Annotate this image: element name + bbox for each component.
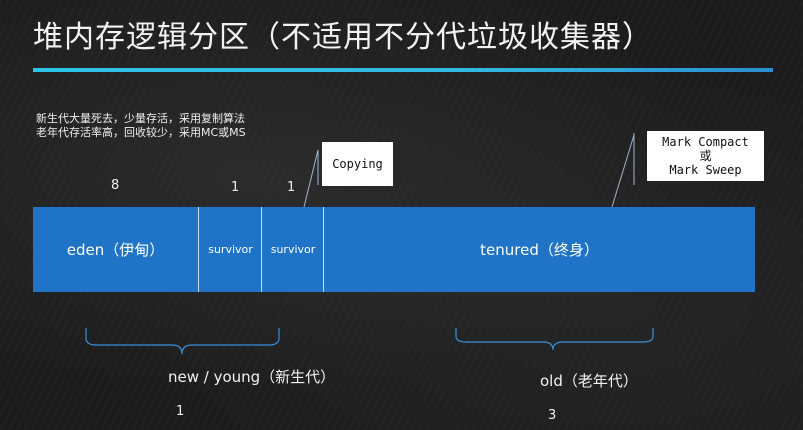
mark-sweep-text: Mark Sweep xyxy=(669,163,742,177)
copying-callout-text: Copying xyxy=(332,157,383,171)
survivor1-label: survivor xyxy=(208,243,253,256)
mark-compact-callout: Mark Compact 或 Mark Sweep xyxy=(647,131,764,181)
survivor1-segment: survivor xyxy=(198,207,262,292)
survivor2-label: survivor xyxy=(270,243,316,256)
or-text: 或 xyxy=(699,149,712,163)
young-brace xyxy=(85,328,280,355)
mark-pointer-line xyxy=(611,134,635,208)
survivor2-segment: survivor xyxy=(261,207,324,292)
old-brace xyxy=(455,328,654,351)
eden-segment: eden（伊甸） xyxy=(33,207,198,292)
tenured-segment: tenured（终身） xyxy=(323,207,755,292)
young-gen-label: new / young（新生代） xyxy=(168,368,336,386)
eden-label: eden（伊甸） xyxy=(66,241,165,259)
old-gen-label: old（老年代） xyxy=(540,372,638,390)
old-gen-ratio: 3 xyxy=(548,408,557,423)
tenured-label: tenured（终身） xyxy=(480,241,599,259)
copying-pointer-line xyxy=(303,149,319,208)
mark-compact-text: Mark Compact xyxy=(662,135,749,149)
copying-callout: Copying xyxy=(322,142,393,186)
young-gen-ratio: 1 xyxy=(176,404,185,419)
